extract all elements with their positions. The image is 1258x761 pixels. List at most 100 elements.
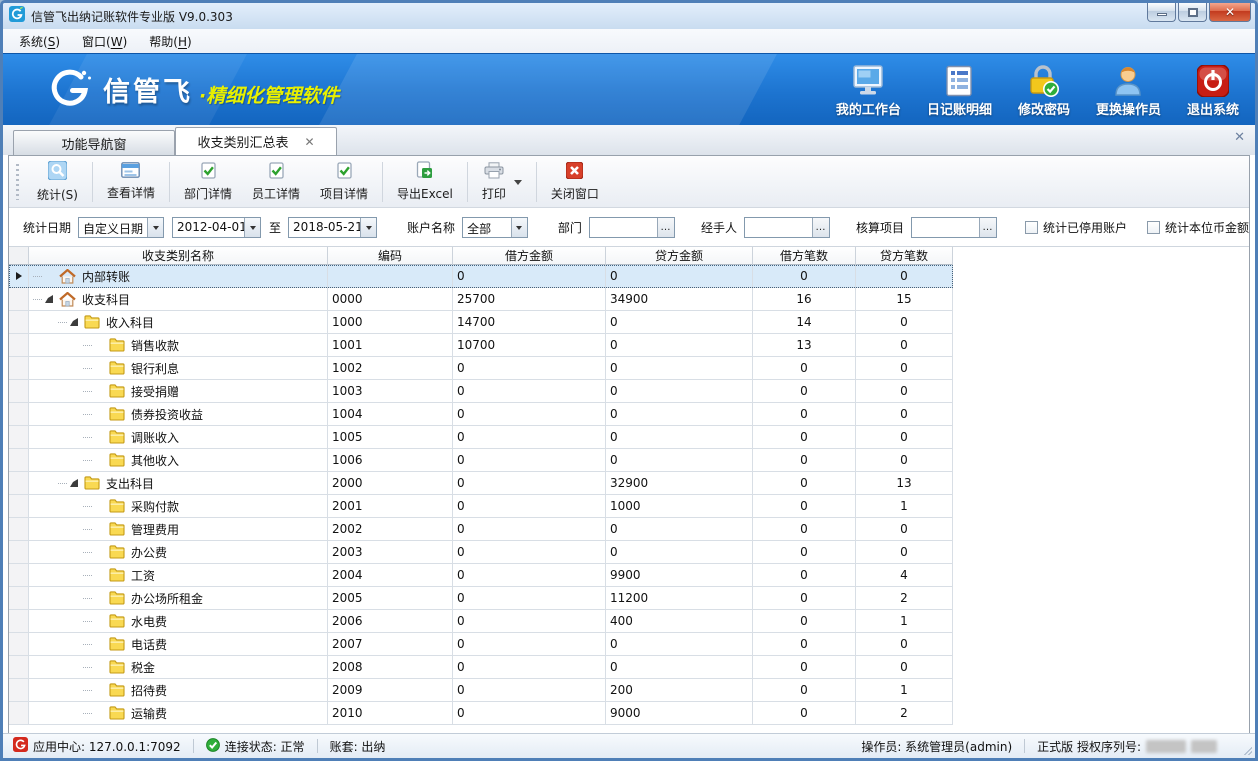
- toolbar-button-staff-detail[interactable]: 员工详情: [242, 159, 310, 205]
- ellipsis-lookup-icon[interactable]: …: [812, 218, 829, 237]
- folder-icon: [109, 545, 125, 559]
- banner-action-operator[interactable]: 更换操作员: [1096, 61, 1161, 118]
- row-selector-cell: [9, 564, 29, 587]
- account-select[interactable]: 全部: [462, 217, 528, 238]
- journal-icon: [943, 61, 975, 97]
- table-row[interactable]: 调账收入10050000: [9, 426, 953, 449]
- table-row[interactable]: 内部转账0000: [9, 265, 953, 288]
- expand-toggle-icon[interactable]: [70, 318, 78, 326]
- tree-guide-line: [83, 414, 92, 415]
- column-header-0[interactable]: 收支类别名称: [29, 247, 328, 265]
- table-row[interactable]: 运输费20100900002: [9, 702, 953, 725]
- date-mode-select[interactable]: 自定义日期: [78, 217, 164, 238]
- credit-amount-cell: 0: [606, 357, 753, 380]
- tabstrip-close-icon[interactable]: ✕: [1234, 131, 1245, 144]
- credit-count-cell: 13: [856, 472, 953, 495]
- credit-amount-cell: 0: [606, 656, 753, 679]
- checkbox-include-disabled-accounts[interactable]: 统计已停用账户: [1025, 219, 1127, 236]
- toolbar-button-project-detail[interactable]: 项目详情: [310, 159, 378, 205]
- table-row[interactable]: 电话费20070000: [9, 633, 953, 656]
- expand-toggle-icon[interactable]: [70, 479, 78, 487]
- table-row[interactable]: 支出科目2000032900013: [9, 472, 953, 495]
- table-row[interactable]: 销售收款1001107000130: [9, 334, 953, 357]
- table-row[interactable]: 其他收入10060000: [9, 449, 953, 472]
- chevron-down-icon[interactable]: [514, 180, 522, 189]
- category-name: 债券投资收益: [131, 406, 203, 423]
- category-name: 调账收入: [131, 429, 179, 446]
- code-cell: 2010: [328, 702, 453, 725]
- folder-icon: [109, 706, 125, 720]
- toolbar-separator: [467, 162, 468, 202]
- debit-amount-cell: 0: [453, 656, 606, 679]
- table-row[interactable]: 银行利息10020000: [9, 357, 953, 380]
- banner-action-password[interactable]: 修改密码: [1018, 61, 1070, 118]
- category-name-cell: 税金: [29, 656, 328, 679]
- menu-item-h[interactable]: 帮助(H): [141, 30, 199, 53]
- column-header-3[interactable]: 贷方金额: [606, 247, 753, 265]
- category-name-cell: 内部转账: [29, 265, 328, 288]
- menu-item-s[interactable]: 系统(S): [11, 30, 68, 53]
- project-field[interactable]: [912, 218, 979, 237]
- restore-button[interactable]: [1178, 3, 1207, 22]
- category-name: 销售收款: [131, 337, 179, 354]
- column-header-5[interactable]: 贷方笔数: [856, 247, 953, 265]
- tab-1[interactable]: 收支类别汇总表✕: [175, 127, 337, 155]
- banner-action-journal[interactable]: 日记账明细: [927, 61, 992, 118]
- menu-item-w[interactable]: 窗口(W): [74, 30, 135, 53]
- department-field[interactable]: [590, 218, 657, 237]
- toolbar-grip[interactable]: [16, 164, 19, 200]
- table-row[interactable]: 债券投资收益10040000: [9, 403, 953, 426]
- expand-toggle-icon[interactable]: [45, 295, 53, 303]
- table-row[interactable]: 工资20040990004: [9, 564, 953, 587]
- tab-close-icon[interactable]: ✕: [304, 136, 314, 148]
- debit-amount-cell: 10700: [453, 334, 606, 357]
- tree-guide-line: [83, 345, 92, 346]
- column-header-4[interactable]: 借方笔数: [753, 247, 856, 265]
- handler-field[interactable]: [745, 218, 812, 237]
- toolbar-button-view-detail[interactable]: 查看详情: [97, 159, 165, 204]
- banner-action-workbench[interactable]: 我的工作台: [836, 61, 901, 118]
- debit-amount-cell: 0: [453, 564, 606, 587]
- resize-grip[interactable]: [1241, 744, 1252, 755]
- table-row[interactable]: 接受捐赠10030000: [9, 380, 953, 403]
- date-from-select[interactable]: 2012-04-01: [172, 217, 261, 238]
- category-name: 管理费用: [131, 521, 179, 538]
- code-cell: 2006: [328, 610, 453, 633]
- banner-action-exit[interactable]: 退出系统: [1187, 61, 1239, 118]
- banner-actions: 我的工作台日记账明细修改密码更换操作员退出系统: [836, 61, 1239, 118]
- minimize-button[interactable]: [1147, 3, 1176, 22]
- debit-amount-cell: 0: [453, 472, 606, 495]
- toolbar-button-dept-detail[interactable]: 部门详情: [174, 159, 242, 205]
- ellipsis-lookup-icon[interactable]: …: [657, 218, 674, 237]
- code-cell: 2000: [328, 472, 453, 495]
- statusbar-right: 操作员: 系统管理员(admin) 正式版 授权序列号:: [861, 738, 1217, 755]
- column-header-2[interactable]: 借方金额: [453, 247, 606, 265]
- checkbox-base-currency-amount[interactable]: 统计本位币金额: [1147, 219, 1249, 236]
- tab-0[interactable]: 功能导航窗: [13, 130, 175, 155]
- toolbar-button-export-excel[interactable]: 导出Excel: [387, 158, 463, 205]
- table-row[interactable]: 收支科目000025700349001615: [9, 288, 953, 311]
- close-button[interactable]: ✕: [1209, 3, 1251, 22]
- column-header-1[interactable]: 编码: [328, 247, 453, 265]
- folder-icon: [84, 315, 100, 329]
- toolbar-button-close-window[interactable]: 关闭窗口: [541, 159, 609, 205]
- table-row[interactable]: 采购付款20010100001: [9, 495, 953, 518]
- table-row[interactable]: 办公费20030000: [9, 541, 953, 564]
- toolbar-button-print[interactable]: 打印: [472, 159, 532, 205]
- ellipsis-lookup-icon[interactable]: …: [979, 218, 996, 237]
- tree-guide-line: [83, 598, 92, 599]
- table-row[interactable]: 收入科目1000147000140: [9, 311, 953, 334]
- tree-guide-line: [83, 713, 92, 714]
- divider: [317, 739, 318, 753]
- toolbar-button-stats[interactable]: 统计(S): [27, 158, 88, 206]
- table-row[interactable]: 水电费2006040001: [9, 610, 953, 633]
- exit-icon: [1197, 61, 1229, 97]
- table-row[interactable]: 税金20080000: [9, 656, 953, 679]
- row-selector-cell: [9, 472, 29, 495]
- table-row[interactable]: 管理费用20020000: [9, 518, 953, 541]
- table-row[interactable]: 招待费2009020001: [9, 679, 953, 702]
- tree-guide-line: [83, 437, 92, 438]
- table-row[interactable]: 办公场所租金200501120002: [9, 587, 953, 610]
- category-name-cell: 管理费用: [29, 518, 328, 541]
- date-to-select[interactable]: 2018-05-21: [288, 217, 377, 238]
